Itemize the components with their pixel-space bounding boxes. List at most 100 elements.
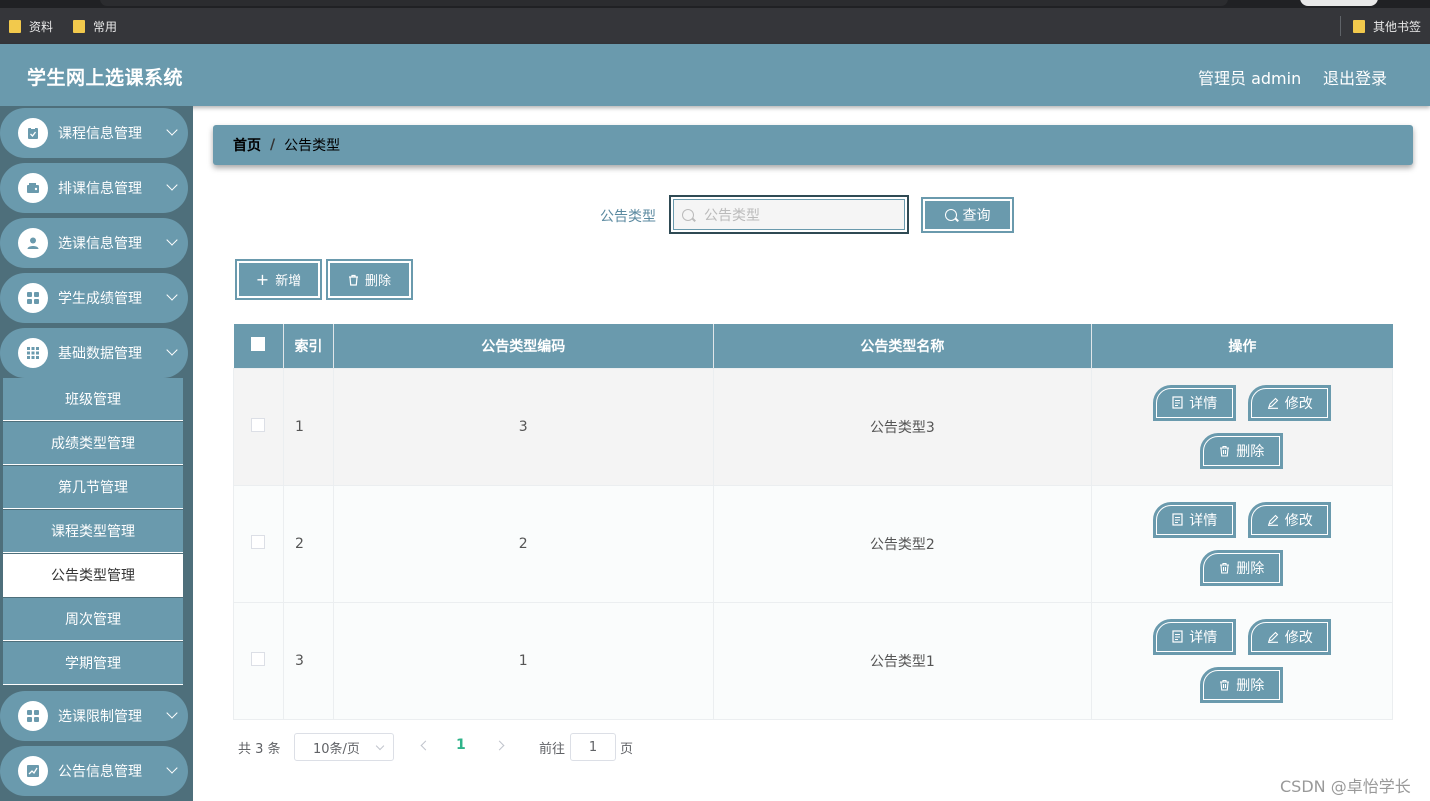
sidebar-item-label: 学生成绩管理 — [58, 291, 142, 307]
folder-icon — [73, 19, 85, 33]
sidebar-item-basic-data[interactable]: 基础数据管理 — [0, 328, 188, 378]
current-user: 管理员 admin — [1198, 69, 1302, 88]
prev-page-icon[interactable] — [420, 740, 431, 751]
batch-delete-button[interactable]: 删除 — [326, 259, 413, 300]
pencil-icon — [1267, 514, 1279, 526]
pencil-icon — [1267, 631, 1279, 643]
actions-cell: 详情 修改 删除 — [1091, 601, 1393, 720]
detail-button[interactable]: 详情 — [1153, 384, 1237, 421]
user-icon — [18, 228, 48, 258]
table-row: 1 3 公告类型3 详情 修改 删除 — [233, 367, 1393, 486]
detail-label: 详情 — [1189, 629, 1218, 646]
pencil-icon — [1267, 397, 1279, 409]
search-icon — [944, 209, 957, 221]
delete-button[interactable]: 删除 — [1200, 666, 1284, 703]
sidebar-item-label: 基础数据管理 — [58, 346, 142, 362]
detail-button[interactable]: 详情 — [1153, 618, 1237, 655]
logout-link[interactable]: 退出登录 — [1323, 65, 1387, 89]
sidebar-item-selection-info[interactable]: 选课信息管理 — [0, 218, 188, 268]
table-header-row: 索引 公告类型编码 公告类型名称 操作 — [233, 324, 1393, 368]
sidebar-item-selection-limit[interactable]: 选课限制管理 — [0, 691, 188, 741]
document-icon — [1172, 513, 1183, 526]
data-table: 索引 公告类型编码 公告类型名称 操作 1 3 公告类型3 详情 修改 删除 2… — [233, 324, 1393, 720]
query-button[interactable]: 查询 — [921, 197, 1014, 233]
sidebar-item-label: 排课信息管理 — [58, 181, 142, 197]
profile-pill[interactable] — [1300, 0, 1378, 6]
sidebar-item-notice-info[interactable]: 公告信息管理 — [0, 746, 188, 796]
bookmark-label: 常用 — [93, 19, 118, 34]
detail-label: 详情 — [1189, 512, 1218, 529]
row-select-cell — [233, 367, 284, 486]
submenu-grade-type[interactable]: 成绩类型管理 — [3, 422, 183, 465]
edit-button[interactable]: 修改 — [1248, 384, 1332, 421]
sidebar-item-grades[interactable]: 学生成绩管理 — [0, 273, 188, 323]
code-cell: 1 — [332, 601, 714, 720]
actions-cell: 详情 修改 删除 — [1091, 484, 1393, 603]
table-row: 2 2 公告类型2 详情 修改 删除 — [233, 484, 1393, 603]
delete-button[interactable]: 删除 — [1200, 549, 1284, 586]
goto-page-input[interactable]: 1 — [570, 733, 616, 761]
chevron-down-icon — [166, 289, 178, 301]
other-bookmarks-label: 其他书签 — [1373, 19, 1422, 34]
name-cell: 公告类型1 — [712, 601, 1093, 720]
select-all-checkbox[interactable] — [251, 336, 266, 351]
grid-icon — [18, 283, 48, 313]
current-page[interactable]: 1 — [456, 737, 466, 753]
detail-label: 详情 — [1189, 395, 1218, 412]
trash-icon — [1220, 445, 1230, 457]
edit-label: 修改 — [1284, 512, 1313, 529]
breadcrumb-current: 公告类型 — [284, 138, 341, 154]
column-header: 操作 — [1091, 324, 1393, 368]
bookmarks-bar: 资料 常用 其他书签 — [0, 8, 1430, 44]
query-button-label: 查询 — [962, 208, 991, 224]
search-label: 公告类型 — [600, 209, 656, 225]
bookmark-folder-2[interactable]: 常用 — [73, 18, 117, 34]
app-title: 学生网上选课系统 — [27, 67, 184, 89]
row-checkbox[interactable] — [251, 417, 266, 432]
sidebar: 课程信息管理 排课信息管理 选课信息管理 学生成绩管理 基础数据管理 班级管理 … — [0, 106, 193, 801]
goto-label: 前往 — [539, 741, 566, 757]
grid-icon — [18, 701, 48, 731]
delete-button[interactable]: 删除 — [1200, 432, 1284, 469]
document-icon — [1172, 396, 1183, 409]
trash-icon — [348, 274, 358, 286]
edit-button[interactable]: 修改 — [1248, 501, 1332, 538]
row-select-cell — [233, 484, 284, 603]
search-placeholder: 公告类型 — [704, 207, 760, 224]
pagination-total: 共 3 条 — [238, 741, 281, 757]
edit-label: 修改 — [1284, 629, 1313, 646]
submenu-notice-type[interactable]: 公告类型管理 — [3, 554, 183, 597]
row-checkbox[interactable] — [251, 534, 266, 549]
trash-icon — [1220, 679, 1230, 691]
code-cell: 2 — [332, 484, 714, 603]
address-bar[interactable] — [100, 0, 1228, 6]
row-select-cell — [233, 601, 284, 720]
bookmark-folder-1[interactable]: 资料 — [9, 18, 53, 34]
select-all-cell — [233, 324, 284, 368]
trash-icon — [1220, 562, 1230, 574]
submenu-class[interactable]: 班级管理 — [3, 378, 183, 421]
breadcrumb-home[interactable]: 首页 — [233, 135, 261, 155]
sidebar-item-schedule-info[interactable]: 排课信息管理 — [0, 163, 188, 213]
code-cell: 3 — [332, 367, 714, 486]
add-button[interactable]: + 新增 — [235, 259, 322, 300]
other-bookmarks[interactable]: 其他书签 — [1353, 18, 1421, 34]
submenu-period[interactable]: 第几节管理 — [3, 466, 183, 509]
column-header: 公告类型编码 — [333, 324, 714, 368]
row-checkbox[interactable] — [251, 651, 266, 666]
index-cell: 1 — [282, 367, 334, 486]
sidebar-item-course-info[interactable]: 课程信息管理 — [0, 108, 188, 158]
detail-button[interactable]: 详情 — [1153, 501, 1237, 538]
submenu-semester[interactable]: 学期管理 — [3, 642, 183, 685]
edit-button[interactable]: 修改 — [1248, 618, 1332, 655]
next-page-icon[interactable] — [494, 740, 505, 751]
browser-tabbar — [0, 0, 1430, 8]
submenu-course-type[interactable]: 课程类型管理 — [3, 510, 183, 553]
chevron-down-icon — [166, 179, 178, 191]
page-size-select[interactable]: 10条/页 — [294, 733, 394, 761]
chevron-down-icon — [166, 707, 178, 719]
search-input[interactable]: 公告类型 — [669, 195, 909, 234]
submenu-week[interactable]: 周次管理 — [3, 598, 183, 641]
name-cell: 公告类型2 — [712, 484, 1093, 603]
page-size-value: 10条/页 — [313, 741, 360, 757]
